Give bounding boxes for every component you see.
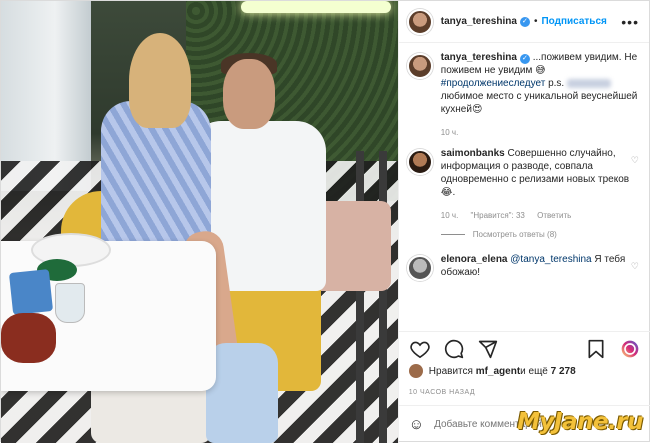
- likes-count[interactable]: 7 278: [551, 366, 576, 377]
- verified-badge-icon: ✓: [519, 16, 530, 27]
- share-icon[interactable]: [477, 338, 499, 360]
- avatar[interactable]: [406, 8, 433, 35]
- comment-heart-icon[interactable]: ♡: [631, 261, 639, 272]
- comment-item: saimonbanks Совершенно случайно, информа…: [406, 147, 641, 222]
- watermark-logo: MyJane.ru: [517, 409, 643, 435]
- separator-dot: •: [533, 16, 538, 27]
- replies-divider: [440, 234, 465, 235]
- comment-likes[interactable]: "Нравится": 33: [471, 211, 525, 220]
- post-timestamp[interactable]: 10 ЧАСОВ НАЗАД: [409, 389, 475, 396]
- verified-badge-icon: ✓: [519, 54, 530, 64]
- comment-icon[interactable]: [443, 338, 465, 360]
- caption-body: tanya_tereshina ✓ ...поживем увидим. Не п…: [441, 51, 641, 139]
- header-username[interactable]: tanya_tereshina: [441, 16, 517, 27]
- post-photo[interactable]: [1, 1, 398, 443]
- view-replies-label: Посмотреть ответы (8): [472, 230, 557, 239]
- likes-prefix: Нравится: [428, 365, 473, 377]
- caption-time: 10 ч.: [440, 128, 459, 137]
- reel-icon[interactable]: [619, 338, 641, 360]
- view-replies-button[interactable]: Посмотреть ответы (8): [440, 230, 641, 239]
- photo-neon-sign: [241, 1, 391, 13]
- photo-boot: [206, 343, 278, 443]
- avatar[interactable]: [406, 53, 433, 79]
- more-options-icon[interactable]: •••: [621, 14, 639, 30]
- avatar[interactable]: [406, 149, 433, 175]
- hashtag-link[interactable]: #продолжениеследует: [441, 78, 546, 89]
- caption-text-ps: p.s.: [545, 78, 567, 89]
- comment-heart-icon[interactable]: ♡: [631, 155, 639, 166]
- comment-username[interactable]: saimonbanks: [441, 148, 505, 159]
- photo-glass: [55, 283, 85, 323]
- comment-meta: 10 ч. "Нравится": 33 Ответить: [441, 209, 641, 222]
- photo-woman-hair: [129, 33, 191, 128]
- comment-item: elenora_elena @tanya_tereshina Я тебя об…: [406, 253, 641, 281]
- caption: tanya_tereshina ✓ ...поживем увидим. Не п…: [406, 51, 641, 139]
- comments-list[interactable]: tanya_tereshina ✓ ...поживем увидим. Не п…: [399, 43, 649, 331]
- emoji-icon[interactable]: ☺: [409, 416, 424, 433]
- likes-summary[interactable]: Нравится mf_agent и ещё 7 278: [408, 364, 576, 378]
- post-header: tanya_tereshina ✓ • Подписаться •••: [398, 1, 649, 43]
- photo-phone: [8, 269, 54, 315]
- post-sidebar: tanya_tereshina ✓ • Подписаться ••• tany…: [397, 1, 650, 443]
- mention-link[interactable]: @tanya_tereshina: [510, 254, 591, 265]
- comment-time: 10 ч.: [440, 211, 459, 220]
- heart-icon[interactable]: [409, 338, 431, 360]
- comment-body: elenora_elena @tanya_tereshina Я тебя об…: [441, 253, 641, 281]
- comment-body: saimonbanks Совершенно случайно, информа…: [441, 147, 641, 222]
- avatar: [408, 364, 423, 378]
- comment-username[interactable]: elenora_elena: [441, 254, 508, 265]
- likes-user[interactable]: mf_agent: [476, 366, 520, 377]
- action-bar: [398, 331, 650, 365]
- bookmark-icon[interactable]: [585, 338, 607, 360]
- blurred-mention: [567, 78, 611, 88]
- photo-table-stand: [356, 151, 364, 443]
- photo-table-stand: [379, 151, 387, 443]
- caption-username[interactable]: tanya_tereshina: [441, 52, 517, 63]
- likes-middle: и ещё: [520, 365, 548, 377]
- photo-food: [1, 313, 56, 363]
- follow-button[interactable]: Подписаться: [541, 16, 606, 27]
- avatar[interactable]: [406, 255, 433, 281]
- instagram-post: tanya_tereshina ✓ • Подписаться ••• tany…: [0, 0, 650, 443]
- caption-text-end: любимое место с уникальной веуснейшей ку…: [440, 91, 638, 115]
- photo-man-face: [223, 59, 275, 129]
- reply-button[interactable]: Ответить: [537, 211, 571, 220]
